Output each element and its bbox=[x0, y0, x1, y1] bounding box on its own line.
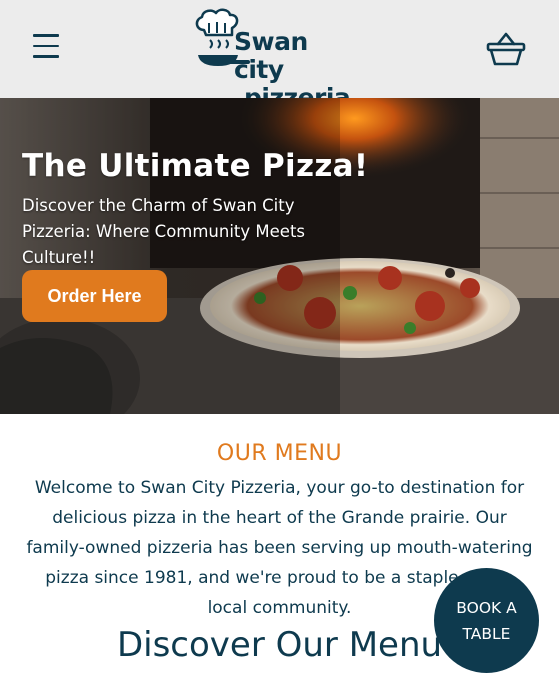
our-menu-heading: OUR MENU bbox=[216, 441, 343, 466]
hero-title: The Ultimate Pizza! bbox=[22, 148, 369, 184]
book-a-table-line-2: TABLE bbox=[462, 624, 511, 643]
book-a-table-button[interactable]: BOOK A TABLE bbox=[434, 568, 539, 673]
logo[interactable]: Swan city pizzeria bbox=[192, 8, 352, 112]
logo-line-1: Swan city bbox=[234, 27, 308, 84]
site-header: Swan city pizzeria bbox=[0, 0, 559, 112]
hero-subtitle: Discover the Charm of Swan City Pizzeria… bbox=[22, 196, 306, 267]
order-here-button[interactable]: Order Here bbox=[22, 270, 167, 322]
shopping-basket-icon[interactable] bbox=[486, 30, 526, 68]
hero-banner: The Ultimate Pizza! Discover the Charm o… bbox=[0, 98, 559, 414]
hamburger-menu-icon[interactable] bbox=[33, 34, 59, 62]
book-a-table-line-1: BOOK A bbox=[456, 598, 517, 617]
